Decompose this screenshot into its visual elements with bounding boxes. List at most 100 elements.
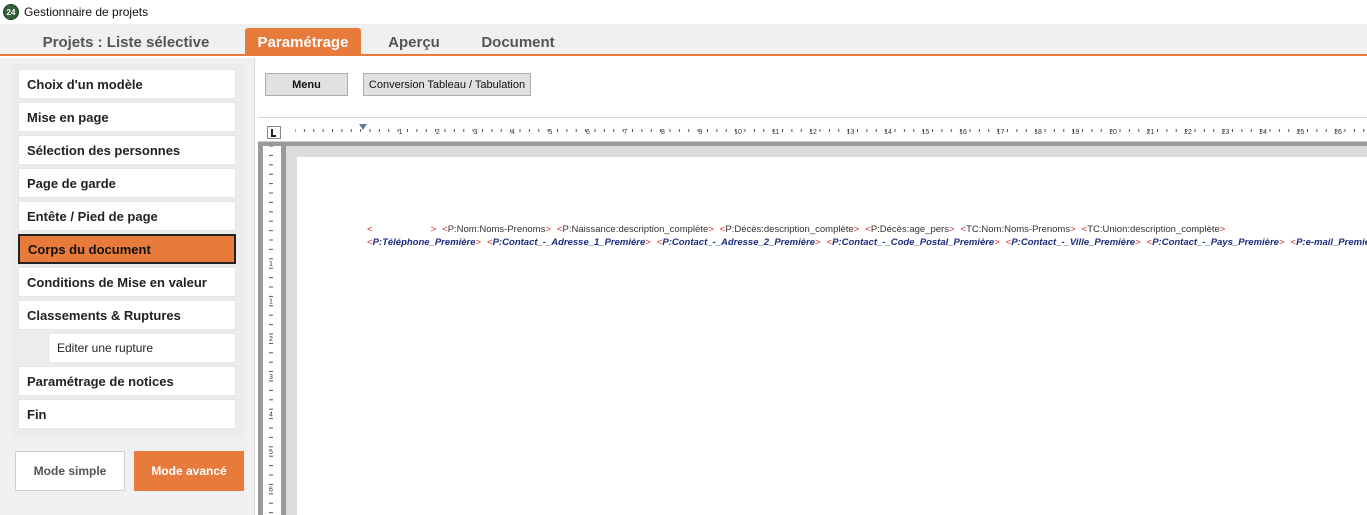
ruler-number: 18 [1034,129,1042,136]
ruler-number: 9 [699,129,703,136]
merge-field[interactable]: <TC:Union:description_complète> [1082,224,1226,235]
sidebar-item-choix-modele[interactable]: Choix d'un modèle [18,69,236,99]
merge-field[interactable]: <P:Naissance:description_complète> [557,224,714,235]
ruler-number: 11 [772,129,779,136]
sidebar-item-corps-document[interactable]: Corps du document [18,234,236,264]
document-editor: 1 2 3 4 5 6 7 8 9 10 11 12 13 14 15 16 17 18 19 20 21 22 23 24 2… [258,120,1367,515]
steps-list: Choix d'un modèle Mise en page Sélection… [12,64,244,438]
ruler-number: 6 [586,129,590,136]
field-code: P:Contact_-_Pays_Première [1152,237,1279,248]
ruler-number: 2 [269,336,273,343]
ruler-number: 19 [1072,129,1080,136]
merge-field[interactable]: <P:Contact_-_Adresse_1_Première> [487,237,651,248]
conversion-tableau-tabulation-button[interactable]: Conversion Tableau / Tabulation [363,73,531,96]
sidebar-item-conditions-mise-en-valeur[interactable]: Conditions de Mise en valeur [18,267,236,297]
title-bar: 24 Gestionnaire de projets [0,0,1367,24]
merge-field[interactable]: <TC:Nom:Noms-Prenoms> [961,224,1076,235]
ruler-number: 24 [1259,129,1267,136]
field-code: P:Naissance:description_complète [562,224,709,235]
document-page[interactable]: < > <P:Nom:Noms-Prenoms> <P:Naissance:descr… [297,157,1367,515]
ruler-number: 13 [847,129,855,136]
ruler-number: 21 [1147,129,1155,136]
ruler-number: 10 [734,129,742,136]
ruler-number: 8 [661,129,665,136]
field-close-delimiter: > [545,224,551,235]
ruler-number: 5 [269,449,273,456]
ruler-number: 26 [1334,129,1342,136]
ruler-number: 23 [1222,129,1230,136]
ruler-number: 4 [269,411,273,418]
merge-field[interactable]: <P:Téléphone_Première> [367,237,481,248]
merge-field[interactable]: <P:Décès:age_pers> [865,224,954,235]
sidebar-item-selection-personnes[interactable]: Sélection des personnes [18,135,236,165]
merge-field[interactable]: <P:e-mail_Première> [1291,237,1367,248]
ruler-number: 5 [549,129,553,136]
tab-document[interactable]: Document [470,28,566,56]
ruler-number: 1 [269,299,273,306]
ruler-number: 1 [269,261,273,268]
field-close-delimiter: > [815,237,821,248]
field-code: P:Contact_-_Code_Postal_Première [832,237,995,248]
merge-field[interactable]: <P:Contact_-_Ville_Première> [1006,237,1141,248]
ruler-number: 15 [922,129,930,136]
ruler-number: 25 [1297,129,1305,136]
tab-apercu[interactable]: Aperçu [378,28,450,56]
sidebar-item-fin[interactable]: Fin [18,399,236,429]
left-panel: Choix d'un modèle Mise en page Sélection… [0,58,255,515]
mode-avance-button[interactable]: Mode avancé [134,451,244,491]
editor-toolbar: Menu Conversion Tableau / Tabulation [258,58,1367,118]
field-code: P:e-mail_Première [1296,237,1367,248]
ruler-number: 3 [269,374,273,381]
vertical-ruler[interactable]: 1 1 2 3 4 5 6 [263,146,281,515]
field-code: P:Contact_-_Adresse_2_Première [662,237,815,248]
field-code: P:Contact_-_Adresse_1_Première [492,237,646,248]
merge-field[interactable]: <P:Contact_-_Adresse_2_Première> [657,237,821,248]
mode-simple-button[interactable]: Mode simple [15,451,125,491]
menu-button[interactable]: Menu [265,73,348,96]
ruler-number: 16 [959,129,967,136]
sidebar-item-mise-en-page[interactable]: Mise en page [18,102,236,132]
ruler-number: 7 [624,129,628,136]
merge-field[interactable]: <P:Contact_-_Pays_Première> [1147,237,1285,248]
field-close-delimiter: > [1219,224,1226,235]
sidebar-item-editer-rupture[interactable]: Editer une rupture [48,333,236,363]
field-code: TC:Nom:Noms-Prenoms [966,224,1071,235]
ruler-number: 17 [997,129,1005,136]
field-code: P:Téléphone_Première [372,237,476,248]
ruler-number: 1 [399,129,403,136]
tab-parametrage[interactable]: Paramétrage [245,28,361,56]
field-close-delimiter: > [475,237,482,248]
sidebar-item-classements-ruptures[interactable]: Classements & Ruptures [18,300,236,330]
tab-projets-liste-selective[interactable]: Projets : Liste sélective [30,28,222,56]
field-close-delimiter: > [948,224,955,235]
merge-field[interactable]: <P:Contact_-_Code_Postal_Première> [827,237,1000,248]
field-close-delimiter: > [1135,237,1141,248]
field-code: P:Contact_-_Ville_Première [1011,237,1136,248]
sidebar-item-page-de-garde[interactable]: Page de garde [18,168,236,198]
app-logo-icon: 24 [3,4,19,20]
sidebar-item-parametrage-notices[interactable]: Paramétrage de notices [18,366,236,396]
field-close-delimiter: > [430,224,437,235]
horizontal-ruler-scale: 1 2 3 4 5 6 7 8 9 10 11 12 13 14 15 16 17 18 19 20 21 22 23 24 2… [295,124,1365,136]
horizontal-ruler[interactable]: 1 2 3 4 5 6 7 8 9 10 11 12 13 14 15 16 17 18 19 20 21 22 23 24 2… [258,120,1367,142]
ruler-number: 14 [884,129,892,136]
ruler-number: 3 [474,129,478,136]
ruler-number: 2 [436,129,440,136]
merge-field[interactable]: < > [367,224,436,235]
sidebar-item-entete-pied[interactable]: Entête / Pied de page [18,201,236,231]
field-open-delimiter: < [367,224,373,235]
document-line-2[interactable]: <P:Téléphone_Première> <P:Contact_-_Adres… [367,237,1367,248]
merge-field[interactable]: <P:Nom:Noms-Prenoms> [442,224,551,235]
field-code: P:Décès:age_pers [870,224,949,235]
field-code: TC:Union:description_complète [1087,224,1220,235]
field-code: P:Nom:Noms-Prenoms [447,224,546,235]
merge-field[interactable]: <P:Décès:description_complète> [720,224,859,235]
field-close-delimiter: > [708,224,714,235]
field-close-delimiter: > [1278,237,1285,248]
field-close-delimiter: > [645,237,651,248]
tab-stop-selector-icon[interactable] [267,126,281,139]
ruler-number: 4 [511,129,515,136]
field-close-delimiter: > [853,224,860,235]
document-line-1[interactable]: < > <P:Nom:Noms-Prenoms> <P:Naissance:descr… [367,224,1231,235]
field-close-delimiter: > [994,237,1000,248]
